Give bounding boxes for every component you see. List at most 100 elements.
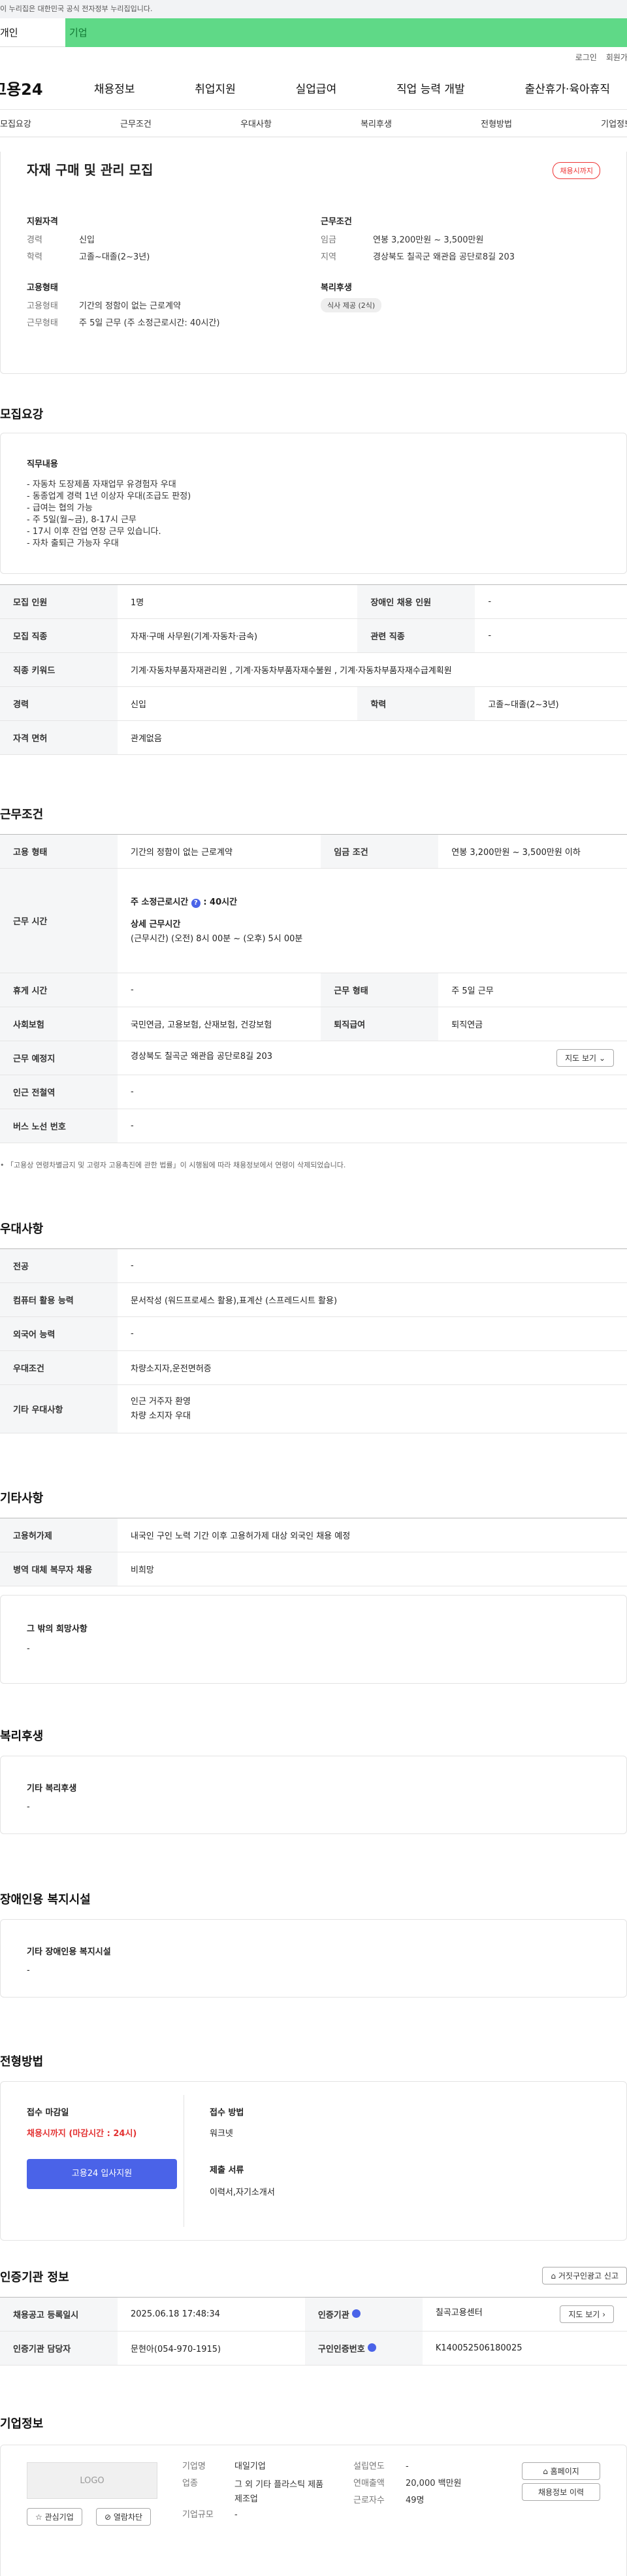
edu-label: 학력	[27, 252, 42, 262]
method-heading: 접수 방법	[210, 2108, 244, 2118]
report-button-label: 거짓구인광고 신고	[558, 2271, 619, 2281]
row-label: 외국어 능력	[0, 1316, 118, 1351]
signup-link[interactable]: 회원가입	[606, 52, 627, 63]
deadline-heading: 접수 마감일	[27, 2108, 69, 2118]
block-button[interactable]: ⊘ 열람차단	[96, 2508, 152, 2526]
report-button[interactable]: ⌂ 거짓구인광고 신고	[542, 2267, 627, 2284]
row-label: 경력	[0, 686, 118, 721]
row-label: 휴게 시간	[0, 973, 118, 1007]
age-note-text: 「고용상 연령차별금지 및 고령자 고용촉진에 관한 법률」이 시행됨에 따라 …	[7, 1161, 346, 1169]
gnb-employment-support[interactable]: 취업지원	[195, 80, 236, 96]
map-button[interactable]: 지도 보기 ⌄	[556, 1049, 614, 1067]
company-name: 대일기업	[234, 2462, 266, 2471]
row-value: 퇴직연금	[438, 1007, 627, 1041]
subnav-req[interactable]: 모집요강	[0, 117, 31, 129]
employees-label: 근로자수	[353, 2496, 385, 2505]
row-value: 주 5일 근무	[438, 973, 627, 1007]
size-label: 기업규모	[182, 2510, 214, 2520]
table-row: 외국어 능력 -	[0, 1316, 627, 1351]
est-label: 설립연도	[353, 2462, 385, 2471]
subnav-pref[interactable]: 우대사항	[240, 117, 272, 129]
subnav-selection[interactable]: 전형방법	[481, 117, 512, 129]
row-value: 기계·자동차부품자재관리원 , 기계·자동차부품자재수불원 , 기계·자동차부품…	[118, 652, 627, 687]
row-label: 임금 조건	[321, 834, 439, 869]
table-row: 휴게 시간 - 근무 형태 주 5일 근무	[0, 973, 627, 1007]
row-value: -	[118, 1075, 627, 1109]
history-button[interactable]: 채용정보 이력	[522, 2483, 600, 2501]
gnb-training[interactable]: 직업 능력 개발	[396, 80, 465, 96]
gnb-unemployment[interactable]: 실업급여	[296, 80, 337, 96]
auth-map-button[interactable]: 지도 보기 ›	[560, 2305, 614, 2323]
row-label: 고용허가제	[0, 1518, 118, 1552]
row-value: 내국인 구인 노력 기간 이후 고용허가제 대상 외국인 채용 예정	[118, 1518, 627, 1552]
table-row: 버스 노선 번호 -	[0, 1109, 627, 1143]
table-row: 기타 우대사항 인근 거주자 환영 차량 소지자 우대	[0, 1384, 627, 1433]
row-label: 자격 면허	[0, 720, 118, 755]
row-value: K140052506180025	[422, 2331, 627, 2366]
row-value: -	[118, 1109, 627, 1143]
util-links: 로그인 회원가입	[0, 47, 627, 67]
row-value: 주 소정근로시간 ? : 40시간 상세 근무시간 (근무시간) (오전) 8시…	[118, 868, 627, 973]
duty-line: - 급여는 협의 가능	[27, 503, 93, 513]
wt-value: 주 5일 근무 (주 소정근로시간: 40시간)	[79, 318, 220, 328]
duty-line: - 17시 이후 잔업 연장 근무 있습니다.	[27, 527, 161, 537]
duty-line: - 자동차 도장제품 자재업무 유경험자 우대	[27, 480, 176, 490]
subnav-cond[interactable]: 근무조건	[120, 117, 152, 129]
method-value: 워크넷	[210, 2129, 233, 2139]
tab-personal[interactable]: 개인	[0, 18, 65, 47]
subnav-welfare[interactable]: 복리후생	[361, 117, 392, 129]
duty-text: - 자동차 도장제품 자재업무 유경험자 우대 - 동종업계 경력 1년 이상자…	[27, 479, 191, 550]
row-value: 신입	[118, 686, 358, 721]
tab-company[interactable]: 기업	[65, 18, 627, 47]
site-logo[interactable]: 고용24	[0, 76, 64, 99]
auth-map-label: 지도 보기	[568, 2310, 600, 2319]
chevron-down-icon: ⌄	[598, 1054, 605, 1063]
row-value: 2025.06.18 17:48:34	[118, 2297, 305, 2332]
emp-heading: 고용형태	[27, 283, 58, 293]
info-icon[interactable]: ?	[191, 898, 201, 908]
row-label: 컴퓨터 활용 능력	[0, 1282, 118, 1317]
cond-heading: 근무조건	[321, 217, 352, 227]
auth-table: 채용공고 등록일시 2025.06.18 17:48:34 인증기관 칠곡고용센터 지…	[0, 2297, 627, 2366]
etc-table: 고용허가제 내국인 구인 노력 기간 이후 고용허가제 대상 외국인 채용 예정 …	[0, 1518, 627, 1586]
auth-no-label: 구인인증번호	[317, 2345, 365, 2354]
apply-button[interactable]: 고용24 입사지원	[27, 2159, 177, 2189]
table-row: 경력 신입 학력 고졸~대졸(2~3년)	[0, 686, 627, 721]
row-value: -	[118, 1248, 627, 1283]
table-row: 컴퓨터 활용 능력 문서작성 (워드프로세스 활용),표계산 (스프레드시트 활용…	[0, 1282, 627, 1317]
wage-label: 임금	[321, 235, 336, 245]
row-label: 병역 대체 복무자 채용	[0, 1552, 118, 1586]
row-label: 모집 인원	[0, 584, 118, 619]
table-row: 사회보험 국민연금, 고용보험, 산재보험, 건강보험 퇴직급여 퇴직연금	[0, 1007, 627, 1041]
home-icon: ⌂	[543, 2467, 551, 2476]
favorite-label: 관심기업	[44, 2513, 74, 2522]
detail-hours-value: (근무시간) (오전) 8시 00분 ~ (오후) 5시 00분	[131, 933, 303, 944]
homepage-button[interactable]: ⌂ 홈페이지	[522, 2462, 600, 2480]
detail-hours-label: 상세 근무시간	[131, 919, 181, 929]
work-location: 경상북도 칠곡군 왜관읍 공단로8길 203	[131, 1052, 273, 1062]
cond-table: 고용 형태 기간의 정함이 없는 근로계약 임금 조건 연봉 3,200만원 ~ 3,…	[0, 834, 627, 1143]
row-label: 사회보험	[0, 1007, 118, 1041]
login-link[interactable]: 로그인	[575, 52, 597, 63]
weekly-hours-value: : 40시간	[203, 897, 238, 907]
row-label: 근무 시간	[0, 868, 118, 973]
row-label: 퇴직급여	[321, 1007, 439, 1041]
duty-line: - 동종업계 경력 1년 이상자 우대(조급도 판정)	[27, 492, 191, 501]
table-row: 인증기관 담당자 문현아(054-970-1915) 구인인증번호 K1400525…	[0, 2331, 627, 2366]
row-value: 고졸~대졸(2~3년)	[475, 686, 627, 721]
status-badge: 채용시까지	[553, 162, 600, 179]
welfare-title: 복리후생	[0, 1730, 44, 1743]
disab-value: -	[27, 1965, 30, 1975]
row-value: -	[475, 618, 627, 653]
info-icon[interactable]	[352, 2309, 361, 2318]
info-icon[interactable]	[368, 2343, 377, 2352]
gnb-jobs[interactable]: 채용정보	[94, 80, 135, 96]
gnb-parental-leave[interactable]: 출산휴가·육아휴직	[525, 80, 611, 96]
row-value: 연봉 3,200만원 ~ 3,500만원 이하	[438, 834, 627, 869]
subnav-company[interactable]: 기업정보	[601, 117, 627, 129]
sales-value: 20,000 백만원	[406, 2479, 462, 2488]
size-value: -	[234, 2510, 238, 2520]
table-row: 고용허가제 내국인 구인 노력 기간 이후 고용허가제 대상 외국인 채용 예정	[0, 1518, 627, 1552]
benefit-heading: 복리후생	[321, 283, 352, 293]
favorite-button[interactable]: ☆ 관심기업	[27, 2508, 82, 2526]
